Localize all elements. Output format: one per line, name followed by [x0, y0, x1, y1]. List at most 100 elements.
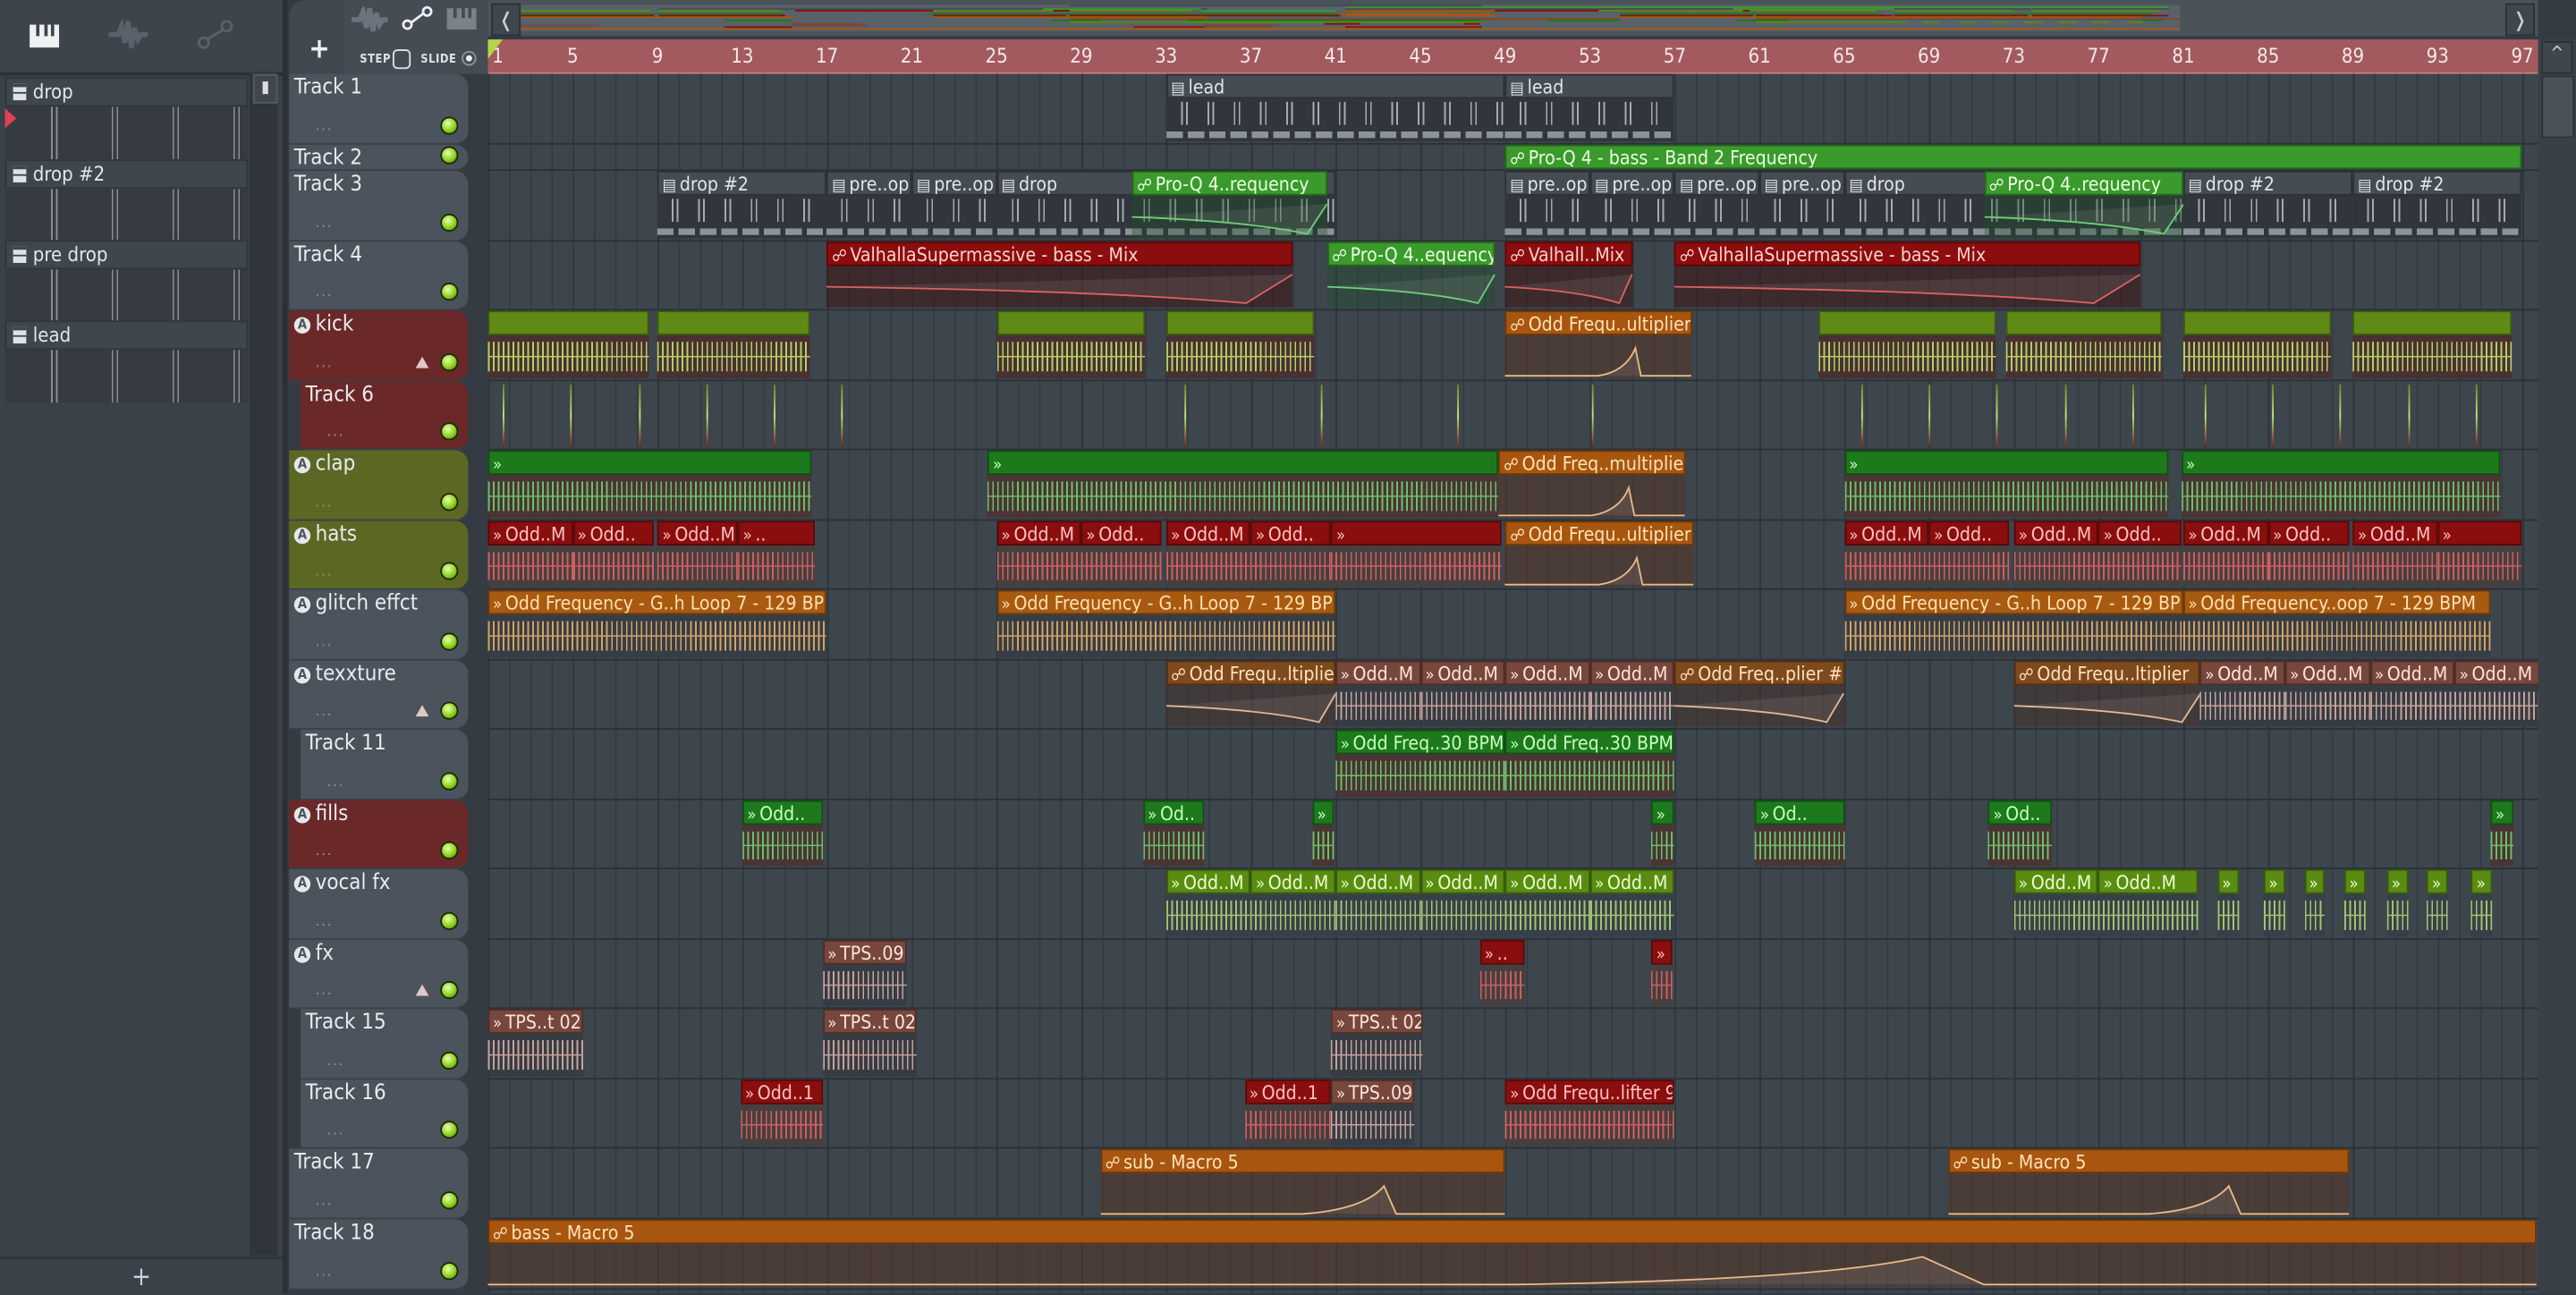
clip-header[interactable]: ☍ sub - Macro 5 [1100, 1148, 1505, 1173]
track-header[interactable]: Aclap ··· [289, 450, 469, 521]
track-mute-led[interactable] [440, 493, 459, 512]
clip-audio-kick[interactable] [657, 310, 810, 379]
clip-audio-red[interactable]: » Odd..M [2013, 521, 2099, 588]
clip-header[interactable]: » Odd.. [1080, 521, 1162, 546]
clip-header[interactable]: » Odd Frequency - G..h Loop 7 - 129 BPM [1843, 589, 2183, 615]
track-header[interactable]: Track 11 ··· [301, 729, 469, 800]
track-name[interactable]: Aglitch effct [293, 591, 418, 616]
clip-header[interactable] [2352, 310, 2512, 335]
track-mute-led[interactable] [440, 353, 459, 372]
picker-scroll-thumb[interactable]: ▮ [252, 73, 278, 104]
track-mute-led[interactable] [440, 980, 459, 1000]
slide-radio[interactable] [462, 50, 477, 66]
audio-clip-icon[interactable] [108, 17, 148, 55]
track-grip-icon[interactable]: ··· [316, 289, 334, 305]
clip-header[interactable]: » Odd..M [1335, 660, 1420, 686]
add-pattern-button[interactable]: + [0, 1257, 283, 1295]
clip-audio-green[interactable]: » [987, 450, 1499, 519]
clip-audio-green[interactable]: » [2181, 450, 2502, 519]
track-grip-icon[interactable]: ··· [316, 123, 334, 140]
pattern-item-header[interactable]: lead [4, 320, 249, 351]
clip-audio-brown[interactable]: » Odd..M [2454, 660, 2539, 728]
track-grip-icon[interactable]: ··· [316, 708, 334, 724]
track-grip-icon[interactable]: ··· [316, 360, 334, 376]
clip-auto-brown[interactable]: ☍ Odd Freq..plier #2 [1674, 660, 1844, 728]
clip-audio-lime[interactable]: » [2427, 868, 2449, 938]
clip-audio-brown[interactable]: » TPS..t 02 [1331, 1009, 1423, 1078]
clip-audio-green[interactable]: » [1651, 800, 1675, 868]
timeline-ruler[interactable]: 1 5 9 13 17 21 25 29 33 37 41 45 49 53 57 61 65 69 73 77 81 8… [487, 39, 2538, 76]
clip-header[interactable]: » Odd..M [2284, 660, 2370, 686]
clip-audio-lime[interactable]: » Odd..M [1335, 868, 1420, 938]
clip-audio-orange[interactable]: » Odd Frequency..oop 7 - 129 BPM [2182, 589, 2491, 659]
pattern-item-header[interactable]: drop [4, 77, 249, 107]
track-name[interactable]: Afills [293, 802, 348, 826]
clip-header[interactable]: » Od.. [1142, 800, 1205, 825]
pattern-item[interactable]: pre drop [4, 240, 249, 323]
clip-header[interactable]: » [2427, 868, 2449, 894]
track-grip-icon[interactable]: ··· [316, 220, 334, 236]
clip-header[interactable]: » [987, 450, 1499, 476]
clip-audio-brown[interactable]: » Odd..M [2199, 660, 2285, 728]
track-mute-led[interactable] [440, 1262, 459, 1281]
clip-header[interactable]: » [1331, 521, 1501, 546]
track-header[interactable]: Track 16 ··· [301, 1079, 469, 1149]
clip-auto-red[interactable]: ☍ ValhallaSupermassive - bass - Mix [826, 241, 1293, 309]
track-mute-led[interactable] [440, 701, 459, 720]
clip-header[interactable]: » Odd.. [2267, 521, 2349, 546]
clip-auto-orange[interactable]: ☍ sub - Macro 5 [1947, 1148, 2349, 1217]
clip-audio-kick[interactable] [996, 310, 1145, 379]
clip-header[interactable]: ☍ bass - Macro 5 [487, 1219, 2538, 1244]
track-name[interactable]: Afx [293, 942, 334, 966]
track-header[interactable]: Track 3 ··· [289, 171, 469, 242]
clip-audio-lime[interactable]: » [2264, 868, 2285, 938]
clip-auto-orange[interactable]: ☍ sub - Macro 5 [1100, 1148, 1505, 1217]
track-name[interactable]: Akick [293, 312, 353, 337]
clip-header[interactable]: ☍ Odd Frequ..ltiplier [1165, 660, 1336, 686]
track-header[interactable]: Atexxture ··· [289, 660, 469, 730]
clip-header[interactable]: » [2437, 521, 2523, 546]
track-mute-led[interactable] [440, 283, 459, 301]
clip-pattern[interactable]: ▤ lead [1504, 73, 1675, 143]
clip-audio-red[interactable]: » Odd..M [487, 521, 573, 588]
clip-audio-red[interactable]: » Odd..M [2352, 521, 2438, 588]
clip-header[interactable] [2182, 310, 2332, 335]
clip-audio-red[interactable]: » Odd.. [1928, 521, 2010, 588]
clip-header[interactable]: » Odd..M [1504, 868, 1590, 894]
clip-auto-green[interactable]: ☍ Pro-Q 4..equency [1326, 241, 1495, 309]
clip-header[interactable]: » Odd..M [1419, 868, 1505, 894]
clip-header[interactable]: » Odd..M [2369, 660, 2455, 686]
clip-audio-brown[interactable]: » TPS..t 02 [822, 1009, 917, 1078]
clip-audio-red[interactable]: » Odd.. [2267, 521, 2349, 588]
clip-header[interactable]: ▤ lead [1165, 73, 1505, 99]
track-mute-led[interactable] [440, 841, 459, 859]
clip-header[interactable]: ▤ drop #2 [2182, 171, 2353, 196]
clip-audio-green[interactable]: » [2490, 800, 2514, 868]
playhead-marker[interactable] [487, 39, 504, 60]
track-mute-led[interactable] [440, 562, 459, 580]
piano-roll-icon[interactable] [30, 23, 60, 55]
clip-audio-lime[interactable]: » Odd..M [1504, 868, 1590, 938]
clip-auto-red[interactable]: ☍ ValhallaSupermassive - bass - Mix [1674, 241, 2141, 309]
clip-header[interactable] [487, 310, 649, 335]
track-grip-icon[interactable]: ··· [327, 1127, 345, 1143]
clip-audio-red[interactable]: » Odd..M [1843, 521, 1929, 588]
clip-audio-red[interactable]: » Odd..1 [740, 1079, 823, 1147]
clip-header[interactable]: » Odd..M [1250, 868, 1336, 894]
clip-header[interactable]: » Odd..M [1504, 660, 1590, 686]
track-header[interactable]: Track 6 ··· [301, 381, 469, 451]
clip-header[interactable]: » [2471, 868, 2493, 894]
group-collapse-icon[interactable] [415, 705, 429, 717]
clip-audio-green[interactable]: » [487, 450, 812, 519]
clip-auto-green[interactable]: ☍ Pro-Q 4..requency [1131, 171, 1327, 240]
clip-header[interactable]: » TPS..t 02 [1331, 1009, 1423, 1034]
track-mute-led[interactable] [440, 116, 459, 135]
track-mute-led[interactable] [440, 1121, 459, 1139]
track-name[interactable]: Track 2 [294, 147, 362, 172]
clip-audio-orange[interactable]: » Odd Frequency - G..h Loop 7 - 129 BPM [1843, 589, 2183, 659]
clip-header[interactable]: ▤ pre..op [1674, 171, 1760, 196]
clip-header[interactable]: » [2386, 868, 2409, 894]
song-overview[interactable]: ❬ ❭ [487, 0, 2538, 37]
automation-clip-icon[interactable] [197, 20, 233, 55]
group-collapse-icon[interactable] [415, 356, 429, 368]
